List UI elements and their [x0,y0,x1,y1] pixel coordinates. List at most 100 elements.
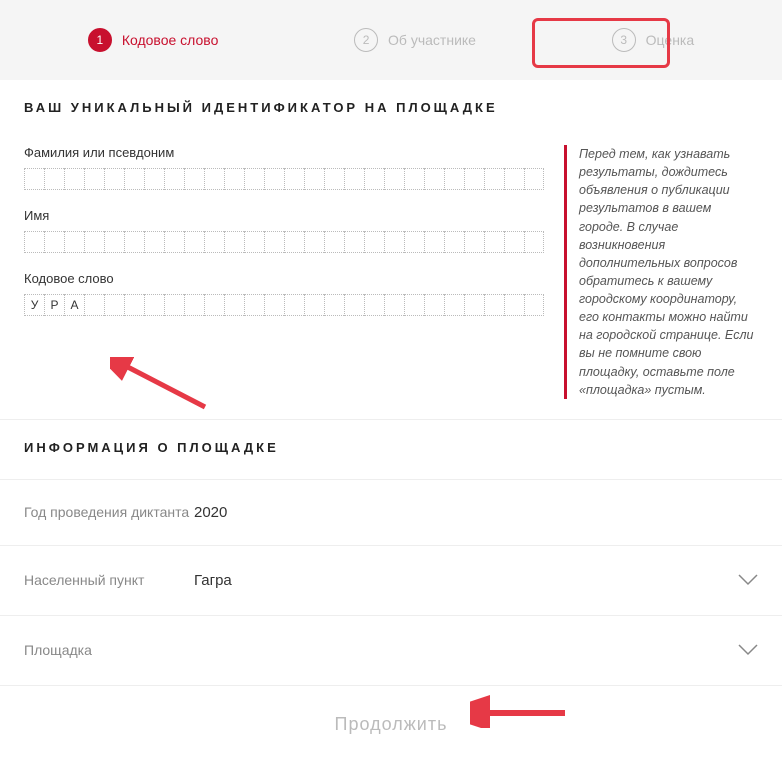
char-box[interactable] [84,168,104,190]
city-row[interactable]: Населенный пункт Гагра [0,545,782,615]
chevron-down-icon [738,570,758,591]
char-box[interactable] [304,231,324,253]
char-box[interactable] [444,168,464,190]
char-box[interactable] [364,294,384,316]
continue-button[interactable]: Продолжить [335,714,448,735]
venue-title: ИНФОРМАЦИЯ О ПЛОЩАДКЕ [24,440,758,455]
name-group: Имя [24,208,544,253]
char-box[interactable] [184,231,204,253]
char-box[interactable] [424,168,444,190]
char-box[interactable] [504,294,524,316]
char-box[interactable] [204,231,224,253]
char-box[interactable] [364,231,384,253]
char-box[interactable] [224,231,244,253]
char-box[interactable] [304,294,324,316]
char-box[interactable] [164,231,184,253]
year-label: Год проведения диктанта [24,504,194,520]
char-box[interactable] [164,294,184,316]
char-box[interactable] [344,231,364,253]
char-box[interactable] [224,168,244,190]
char-box[interactable] [464,231,484,253]
char-box[interactable] [184,294,204,316]
char-box[interactable] [384,231,404,253]
char-box[interactable] [24,231,44,253]
char-box[interactable] [244,231,264,253]
chevron-down-icon [738,640,758,661]
char-box[interactable] [164,168,184,190]
char-box[interactable] [424,231,444,253]
char-box[interactable] [324,294,344,316]
char-box[interactable] [124,294,144,316]
char-box[interactable] [144,294,164,316]
char-box[interactable] [484,294,504,316]
char-box[interactable]: Р [44,294,64,316]
char-box[interactable] [104,168,124,190]
char-box[interactable] [404,294,424,316]
char-box[interactable] [364,168,384,190]
char-box[interactable] [524,168,544,190]
char-box[interactable] [144,168,164,190]
char-box[interactable] [424,294,444,316]
char-box[interactable]: У [24,294,44,316]
char-box[interactable] [304,168,324,190]
char-box[interactable] [124,168,144,190]
char-box[interactable] [144,231,164,253]
char-box[interactable] [104,294,124,316]
step-3[interactable]: 3 Оценка [612,28,695,52]
char-box[interactable] [284,294,304,316]
char-box[interactable] [64,168,84,190]
name-input[interactable] [24,231,544,253]
step-1[interactable]: 1 Кодовое слово [88,28,219,52]
char-box[interactable] [464,168,484,190]
char-box[interactable] [224,294,244,316]
codeword-label: Кодовое слово [24,271,544,286]
step-2-label: Об участнике [388,32,476,48]
place-row[interactable]: Площадка [0,615,782,685]
char-box[interactable] [244,294,264,316]
char-box[interactable] [404,168,424,190]
char-box[interactable] [324,231,344,253]
identifier-title: ВАШ УНИКАЛЬНЫЙ ИДЕНТИФИКАТОР НА ПЛОЩАДКЕ [24,100,758,115]
char-box[interactable] [404,231,424,253]
char-box[interactable] [204,168,224,190]
char-box[interactable] [284,231,304,253]
char-box[interactable] [284,168,304,190]
char-box[interactable] [184,168,204,190]
char-box[interactable] [444,231,464,253]
char-box[interactable] [264,168,284,190]
surname-input[interactable] [24,168,544,190]
char-box[interactable] [464,294,484,316]
char-box[interactable] [484,231,504,253]
char-box[interactable]: А [64,294,84,316]
step-2[interactable]: 2 Об участнике [354,28,476,52]
step-3-num: 3 [612,28,636,52]
char-box[interactable] [484,168,504,190]
codeword-group: Кодовое слово УРА [24,271,544,316]
char-box[interactable] [44,168,64,190]
char-box[interactable] [504,231,524,253]
char-box[interactable] [264,231,284,253]
step-1-num: 1 [88,28,112,52]
char-box[interactable] [524,231,544,253]
name-label: Имя [24,208,544,223]
char-box[interactable] [344,294,364,316]
city-label: Населенный пункт [24,572,194,588]
char-box[interactable] [84,294,104,316]
char-box[interactable] [84,231,104,253]
char-box[interactable] [264,294,284,316]
char-box[interactable] [244,168,264,190]
char-box[interactable] [384,294,404,316]
char-box[interactable] [524,294,544,316]
char-box[interactable] [24,168,44,190]
char-box[interactable] [444,294,464,316]
char-box[interactable] [104,231,124,253]
char-box[interactable] [384,168,404,190]
char-box[interactable] [44,231,64,253]
char-box[interactable] [504,168,524,190]
char-box[interactable] [124,231,144,253]
char-box[interactable] [324,168,344,190]
char-box[interactable] [64,231,84,253]
char-box[interactable] [344,168,364,190]
codeword-input[interactable]: УРА [24,294,544,316]
char-box[interactable] [204,294,224,316]
